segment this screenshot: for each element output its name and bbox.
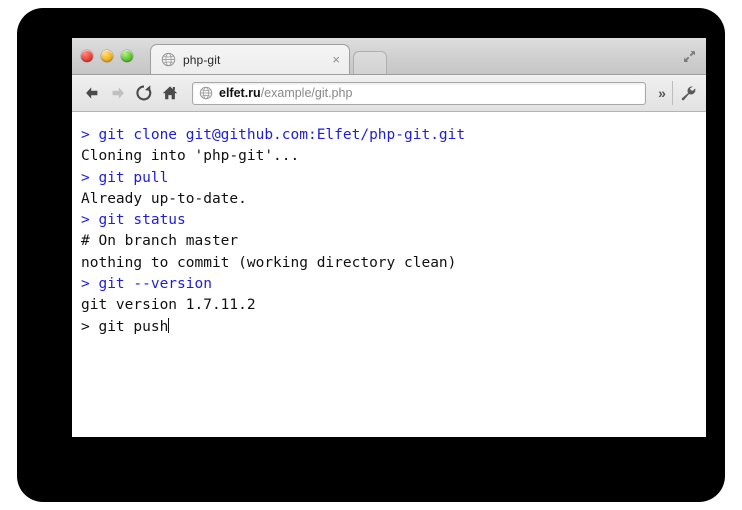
address-bar[interactable]: elfet.ru/example/git.php [192, 81, 646, 105]
arrow-right-icon [112, 87, 124, 99]
toolbar-overflow-button[interactable]: » [652, 81, 673, 105]
home-button[interactable] [158, 81, 182, 105]
home-icon [162, 86, 178, 100]
terminal-line: > git pull [81, 169, 169, 186]
reload-icon [136, 85, 152, 101]
tab-strip: php-git × [72, 38, 706, 75]
window-controls [81, 50, 133, 62]
minimize-window-button[interactable] [101, 50, 113, 62]
terminal-line: Cloning into 'php-git'... [81, 148, 300, 165]
terminal-line: > git --version [81, 276, 212, 293]
terminal-line: # On branch master [81, 233, 239, 250]
expand-arrows-icon[interactable] [682, 49, 697, 64]
terminal-line: > git clone git@github.com:Elfet/php-git… [81, 127, 466, 143]
terminal-line: Already up-to-date. [81, 190, 247, 207]
terminal-line: nothing to commit (working directory cle… [81, 254, 457, 271]
terminal-line: git version 1.7.11.2 [81, 297, 256, 314]
globe-icon [161, 52, 176, 67]
new-tab-button[interactable] [353, 51, 387, 74]
close-icon[interactable]: × [329, 53, 343, 66]
tab-php-git[interactable]: php-git × [150, 44, 350, 74]
device-shell: php-git × elfet.ru/example/git.php » > g… [17, 8, 725, 502]
url-text: elfet.ru/example/git.php [219, 86, 352, 100]
wrench-menu-button[interactable] [678, 81, 698, 105]
terminal-line: > git status [81, 212, 186, 229]
browser-window: php-git × elfet.ru/example/git.php » > g… [72, 38, 706, 437]
back-button[interactable] [80, 81, 104, 105]
close-window-button[interactable] [81, 50, 93, 62]
zoom-window-button[interactable] [121, 50, 133, 62]
forward-button[interactable] [106, 81, 130, 105]
page-content-terminal: > git clone git@github.com:Elfet/php-git… [72, 112, 706, 436]
terminal-line: > git push [81, 317, 170, 335]
terminal-output: > git clone git@github.com:Elfet/php-git… [81, 125, 706, 338]
globe-icon [199, 86, 213, 100]
browser-toolbar: elfet.ru/example/git.php » [72, 75, 706, 112]
tab-title: php-git [183, 52, 221, 67]
reload-button[interactable] [132, 81, 156, 105]
arrow-left-icon [86, 87, 98, 99]
url-path: /example/git.php [260, 86, 353, 100]
wrench-icon [681, 86, 695, 100]
url-domain: elfet.ru [219, 86, 261, 100]
text-cursor [168, 317, 170, 333]
